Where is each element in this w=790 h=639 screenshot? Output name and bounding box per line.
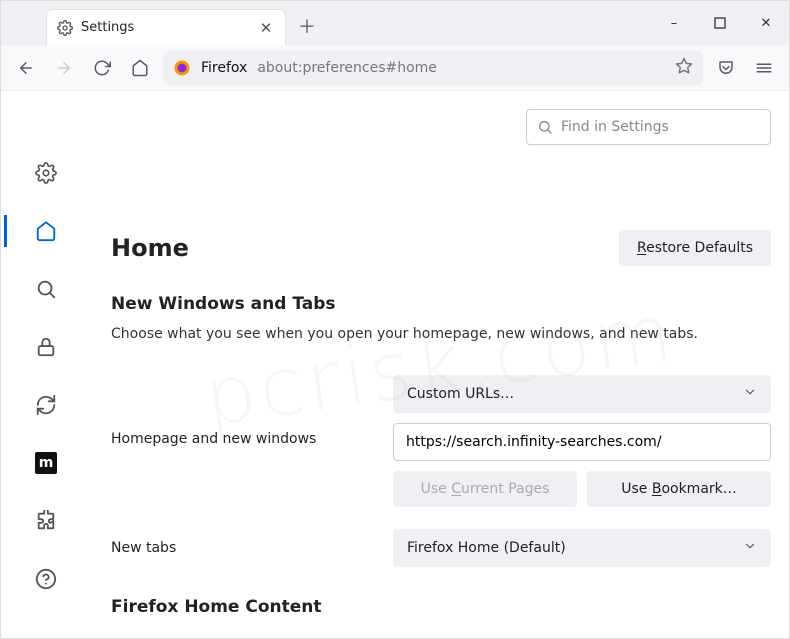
homepage-url-input[interactable] bbox=[393, 423, 771, 461]
browser-toolbar: Firefox about:preferences#home bbox=[1, 45, 789, 91]
address-bar[interactable]: Firefox about:preferences#home bbox=[163, 51, 703, 85]
section-heading-new-windows-tabs: New Windows and Tabs bbox=[111, 294, 771, 314]
use-bookmark-button[interactable]: Use Bookmark… bbox=[587, 471, 771, 507]
minimize-button[interactable]: – bbox=[651, 1, 697, 45]
firefox-logo-icon bbox=[173, 59, 191, 77]
back-button[interactable] bbox=[11, 53, 41, 83]
sidebar-more-from-mozilla-icon[interactable]: m bbox=[34, 451, 58, 475]
close-tab-icon[interactable]: ✕ bbox=[257, 19, 275, 37]
urlbar-address: about:preferences#home bbox=[257, 60, 437, 76]
app-menu-button[interactable] bbox=[749, 53, 779, 83]
pocket-button[interactable] bbox=[711, 53, 741, 83]
close-window-button[interactable]: ✕ bbox=[743, 1, 789, 45]
use-current-pages-button[interactable]: Use Current Pages bbox=[393, 471, 577, 507]
sidebar-sync-icon[interactable] bbox=[34, 393, 58, 417]
new-tabs-select[interactable]: Firefox Home (Default) bbox=[393, 529, 771, 567]
find-in-settings[interactable] bbox=[526, 109, 771, 145]
settings-sidebar: m bbox=[1, 91, 91, 638]
section-heading-firefox-home-content: Firefox Home Content bbox=[111, 597, 771, 617]
home-button[interactable] bbox=[125, 53, 155, 83]
page-title: Home bbox=[111, 234, 189, 262]
homepage-mode-select[interactable]: Custom URLs… bbox=[393, 375, 771, 413]
reload-button[interactable] bbox=[87, 53, 117, 83]
tab-strip: Settings ✕ ＋ – ✕ bbox=[1, 1, 789, 45]
gear-icon bbox=[57, 20, 73, 36]
homepage-label: Homepage and new windows bbox=[111, 375, 381, 447]
restore-defaults-button[interactable]: Restore Defaults bbox=[619, 230, 771, 266]
chevron-down-icon bbox=[743, 385, 757, 403]
settings-main: pcrisk.com Home Restore Defaults New Win… bbox=[91, 91, 789, 638]
sidebar-search-icon[interactable] bbox=[34, 277, 58, 301]
section-description: Choose what you see when you open your h… bbox=[111, 324, 771, 345]
new-tabs-label: New tabs bbox=[111, 540, 381, 556]
forward-button[interactable] bbox=[49, 53, 79, 83]
chevron-down-icon bbox=[743, 539, 757, 557]
new-tab-button[interactable]: ＋ bbox=[292, 11, 322, 41]
select-value: Custom URLs… bbox=[407, 386, 514, 402]
sidebar-privacy-icon[interactable] bbox=[34, 335, 58, 359]
sidebar-home-icon[interactable] bbox=[34, 219, 58, 243]
sidebar-extensions-icon[interactable] bbox=[34, 509, 58, 533]
urlbar-context: Firefox bbox=[201, 60, 247, 76]
select-value: Firefox Home (Default) bbox=[407, 540, 566, 556]
bookmark-star-icon[interactable] bbox=[675, 57, 693, 79]
window-controls: – ✕ bbox=[651, 1, 789, 45]
search-icon bbox=[537, 119, 553, 135]
sidebar-help-icon[interactable] bbox=[34, 567, 58, 591]
tab-title: Settings bbox=[81, 20, 249, 35]
sidebar-general-icon[interactable] bbox=[34, 161, 58, 185]
find-in-settings-input[interactable] bbox=[561, 119, 760, 135]
maximize-button[interactable] bbox=[697, 1, 743, 45]
browser-tab-settings[interactable]: Settings ✕ bbox=[46, 9, 286, 45]
